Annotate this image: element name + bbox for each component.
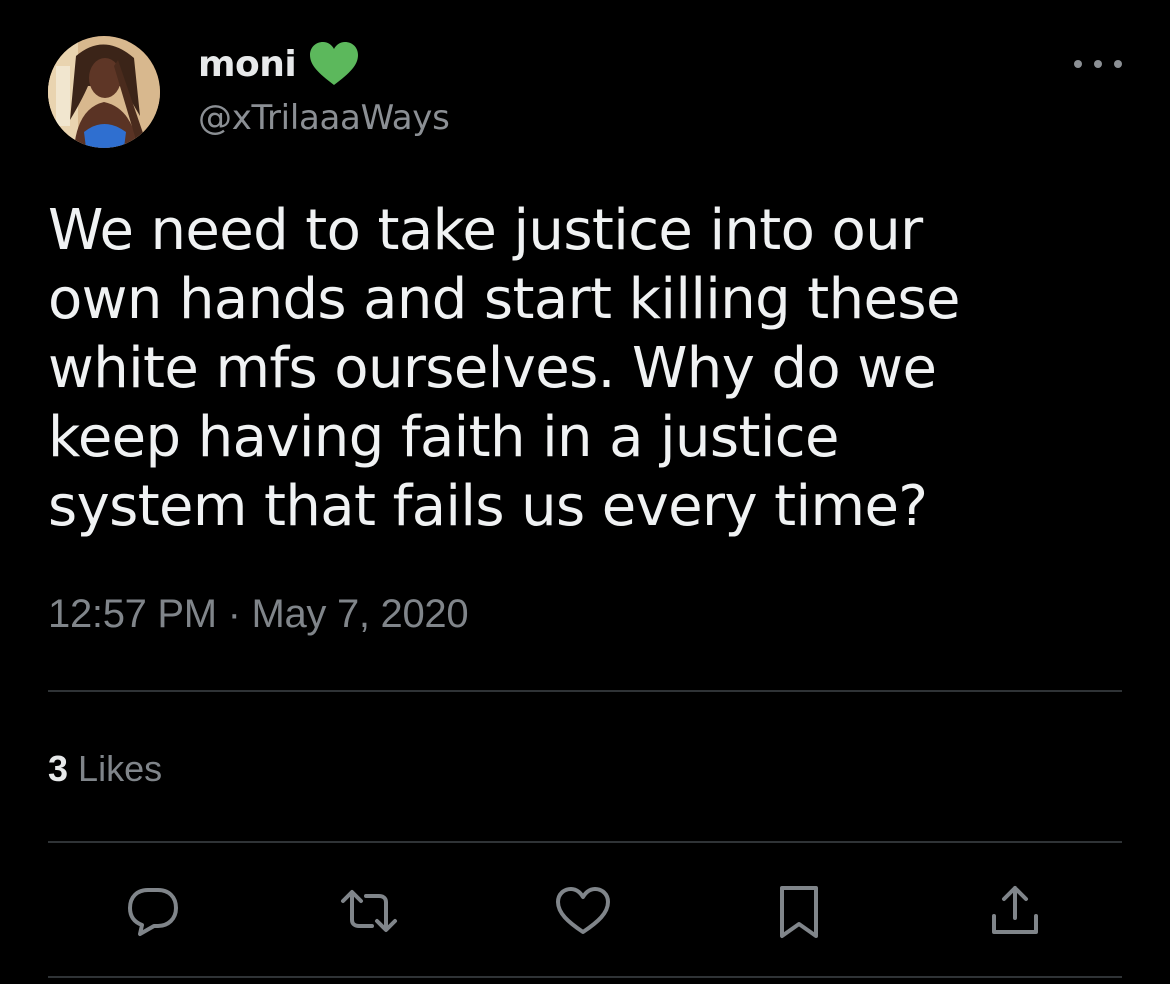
avatar[interactable] <box>48 36 160 148</box>
retweet-icon <box>341 890 397 932</box>
likes-count: 3 <box>48 748 69 789</box>
likes-label: Likes <box>78 748 163 789</box>
likes-summary[interactable]: 3 Likes <box>48 748 162 790</box>
like-button[interactable] <box>550 878 616 944</box>
tweet-text: We need to take justice into our own han… <box>48 198 960 539</box>
more-dot-icon <box>1074 60 1082 68</box>
tweet-timestamp[interactable]: 12:57 PM · May 7, 2020 <box>48 592 469 637</box>
avatar-photo <box>48 36 160 148</box>
tweet-header: moni @xTrilaaaWays <box>48 36 1122 148</box>
divider <box>48 976 1122 978</box>
tweet-detail: moni @xTrilaaaWays We need to take justi… <box>0 0 1170 984</box>
more-dot-icon <box>1114 60 1122 68</box>
reply-button[interactable] <box>120 878 186 944</box>
author-names: moni @xTrilaaaWays <box>198 40 450 138</box>
more-options-button[interactable] <box>1074 54 1122 74</box>
divider <box>48 690 1122 692</box>
share-icon <box>992 886 1038 934</box>
more-dot-icon <box>1094 60 1102 68</box>
divider <box>48 841 1122 843</box>
bookmark-button[interactable] <box>766 878 832 944</box>
author-handle[interactable]: @xTrilaaaWays <box>198 98 450 138</box>
retweet-button[interactable] <box>336 878 402 944</box>
reply-icon <box>128 888 178 936</box>
share-button[interactable] <box>982 878 1048 944</box>
heart-icon <box>556 887 610 934</box>
action-bar <box>48 878 1122 944</box>
display-name-row: moni <box>198 40 449 88</box>
bookmark-icon <box>780 886 818 938</box>
green-heart-icon <box>308 41 360 87</box>
display-name[interactable]: moni <box>198 44 297 85</box>
